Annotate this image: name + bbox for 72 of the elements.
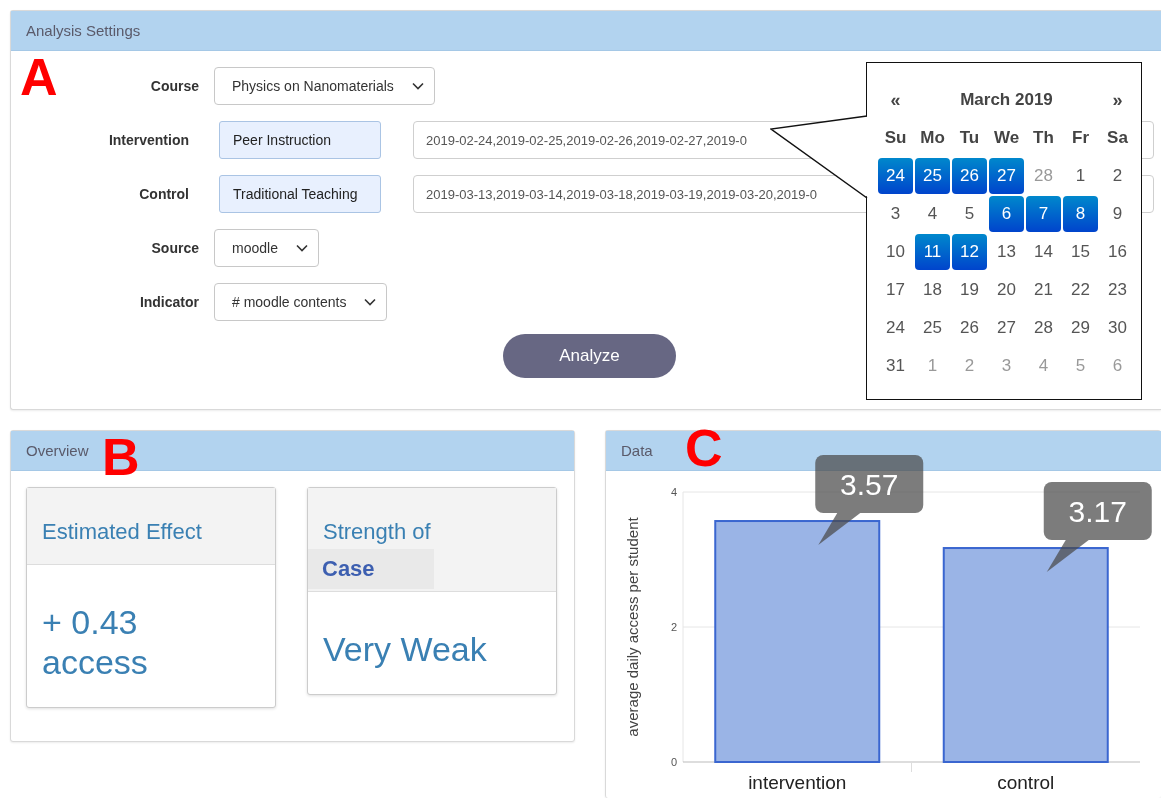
- calendar-day[interactable]: 27: [989, 310, 1024, 346]
- calendar-day[interactable]: 14: [1026, 234, 1061, 270]
- calendar-day[interactable]: 31: [878, 348, 913, 384]
- calendar-day[interactable]: 7: [1026, 196, 1061, 232]
- card-title: Strength of: [323, 521, 432, 543]
- calendar-day[interactable]: 24: [878, 310, 913, 346]
- weekday-label: Su: [883, 127, 908, 149]
- calendar-day[interactable]: 15: [1063, 234, 1098, 270]
- select-field[interactable]: # moodle contents: [214, 283, 388, 321]
- calendar-day[interactable]: 25: [915, 310, 950, 346]
- calendar-day[interactable]: 29: [1063, 310, 1098, 346]
- weekday-label: Th: [1032, 127, 1055, 149]
- calendar-day[interactable]: 22: [1063, 272, 1098, 308]
- calendar-day[interactable]: 25: [915, 158, 950, 194]
- weekday-label: Tu: [958, 127, 981, 149]
- calendar-day[interactable]: 6: [989, 196, 1024, 232]
- weekday-label: Sa: [1106, 127, 1129, 149]
- input-field[interactable]: Traditional Teaching: [219, 175, 381, 213]
- annotation-letter: A: [20, 51, 58, 103]
- next-month-button[interactable]: »: [1100, 82, 1135, 118]
- category-label: control: [997, 772, 1055, 793]
- weekday-label: Mo: [919, 127, 946, 149]
- chevron-down-icon: [411, 82, 424, 90]
- calendar-day[interactable]: 24: [878, 158, 913, 194]
- axis-tick-label: 2: [670, 621, 677, 633]
- calendar-day[interactable]: 23: [1100, 272, 1135, 308]
- calendar-day[interactable]: 20: [989, 272, 1024, 308]
- calendar-day[interactable]: 26: [952, 310, 987, 346]
- axis-tick-label: 4: [670, 486, 677, 498]
- calendar-day[interactable]: 19: [952, 272, 987, 308]
- field-label: Indicator: [138, 294, 199, 310]
- value-label: 3.57: [840, 468, 899, 501]
- field-label: Control: [138, 186, 190, 202]
- calendar-day[interactable]: 16: [1100, 234, 1135, 270]
- input-field[interactable]: Peer Instruction: [219, 121, 381, 159]
- calendar-day[interactable]: 27: [989, 158, 1024, 194]
- panel-title: Data: [621, 442, 653, 459]
- weekday-label: Fr: [1071, 127, 1090, 149]
- value-label: 3.17: [1068, 495, 1127, 529]
- calendar-day[interactable]: 28: [1026, 310, 1061, 346]
- annotation-letter: C: [685, 422, 723, 474]
- card-title: Estimated Effect: [42, 521, 203, 543]
- calendar-day[interactable]: 17: [878, 272, 913, 308]
- weekday-label: We: [992, 127, 1021, 149]
- select-field[interactable]: Physics on Nanomaterials: [214, 67, 435, 105]
- calendar-day[interactable]: 26: [952, 158, 987, 194]
- calendar-day[interactable]: 11: [915, 234, 950, 270]
- panel-title: Analysis Settings: [26, 22, 141, 39]
- calendar-day[interactable]: 30: [1100, 310, 1135, 346]
- axis-tick-label: 0: [670, 756, 677, 768]
- calendar-day[interactable]: 18: [915, 272, 950, 308]
- field-label: Source: [150, 240, 199, 256]
- chevron-down-icon: [295, 244, 308, 252]
- field-label: Intervention: [107, 132, 190, 148]
- prev-month-button[interactable]: «: [878, 82, 913, 118]
- panel-title: Overview: [26, 442, 89, 459]
- metric-value: + 0.43 access: [41, 602, 149, 683]
- month-title: March 2019: [959, 89, 1054, 111]
- chevron-down-icon: [364, 298, 377, 306]
- calendar-day[interactable]: 10: [878, 234, 913, 270]
- category-label: intervention: [748, 772, 847, 793]
- calendar-day[interactable]: 8: [1063, 196, 1098, 232]
- field-label: Course: [149, 78, 199, 94]
- select-field[interactable]: moodle: [214, 229, 319, 267]
- calendar-day[interactable]: 21: [1026, 272, 1061, 308]
- analyze-button[interactable]: Analyze: [503, 334, 676, 378]
- annotation-letter: B: [102, 431, 140, 483]
- calendar-day[interactable]: 12: [952, 234, 987, 270]
- metric-value: Very Weak: [322, 629, 488, 670]
- card-subtitle: Case: [308, 549, 434, 589]
- calendar-day[interactable]: 13: [989, 234, 1024, 270]
- axis-title: average daily access per student: [624, 517, 641, 737]
